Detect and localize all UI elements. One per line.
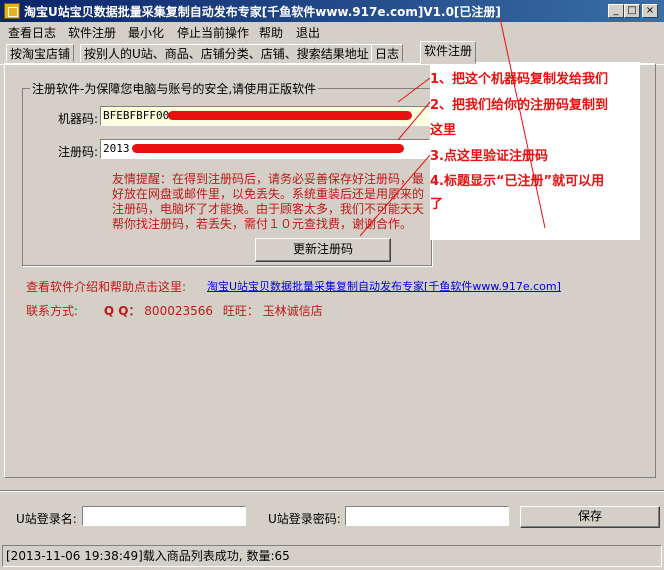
annotation-step-3: 3.点这里验证注册码 (430, 149, 548, 164)
bottom-separator (0, 490, 664, 492)
login-name-label: U站登录名: (16, 512, 77, 526)
arrow-to-registration-code (397, 101, 431, 141)
login-password-label: U站登录密码: (268, 512, 341, 526)
status-bar: [2013-11-06 19:38:49]载入商品列表成功, 数量:65 (2, 545, 662, 567)
arrow-to-update-button (359, 154, 431, 237)
annotation-step-1: 1、把这个机器码复制发给我们 (430, 72, 609, 87)
arrow-to-title (499, 17, 546, 229)
tab-software-register[interactable]: 软件注册 (420, 41, 477, 64)
arrow-to-machine-code (397, 77, 431, 103)
annotation-step-4: 4.标题显示“已注册”就可以用 (430, 174, 605, 189)
annotation-step-2: 2、把我们给你的注册码复制到 (430, 98, 609, 113)
annotation-step-2-cont: 这里 (430, 123, 457, 138)
save-button[interactable]: 保存 (520, 506, 660, 528)
annotation-step-4-cont: 了 (430, 197, 444, 212)
login-password-input[interactable] (345, 506, 509, 526)
login-name-input[interactable] (82, 506, 246, 526)
